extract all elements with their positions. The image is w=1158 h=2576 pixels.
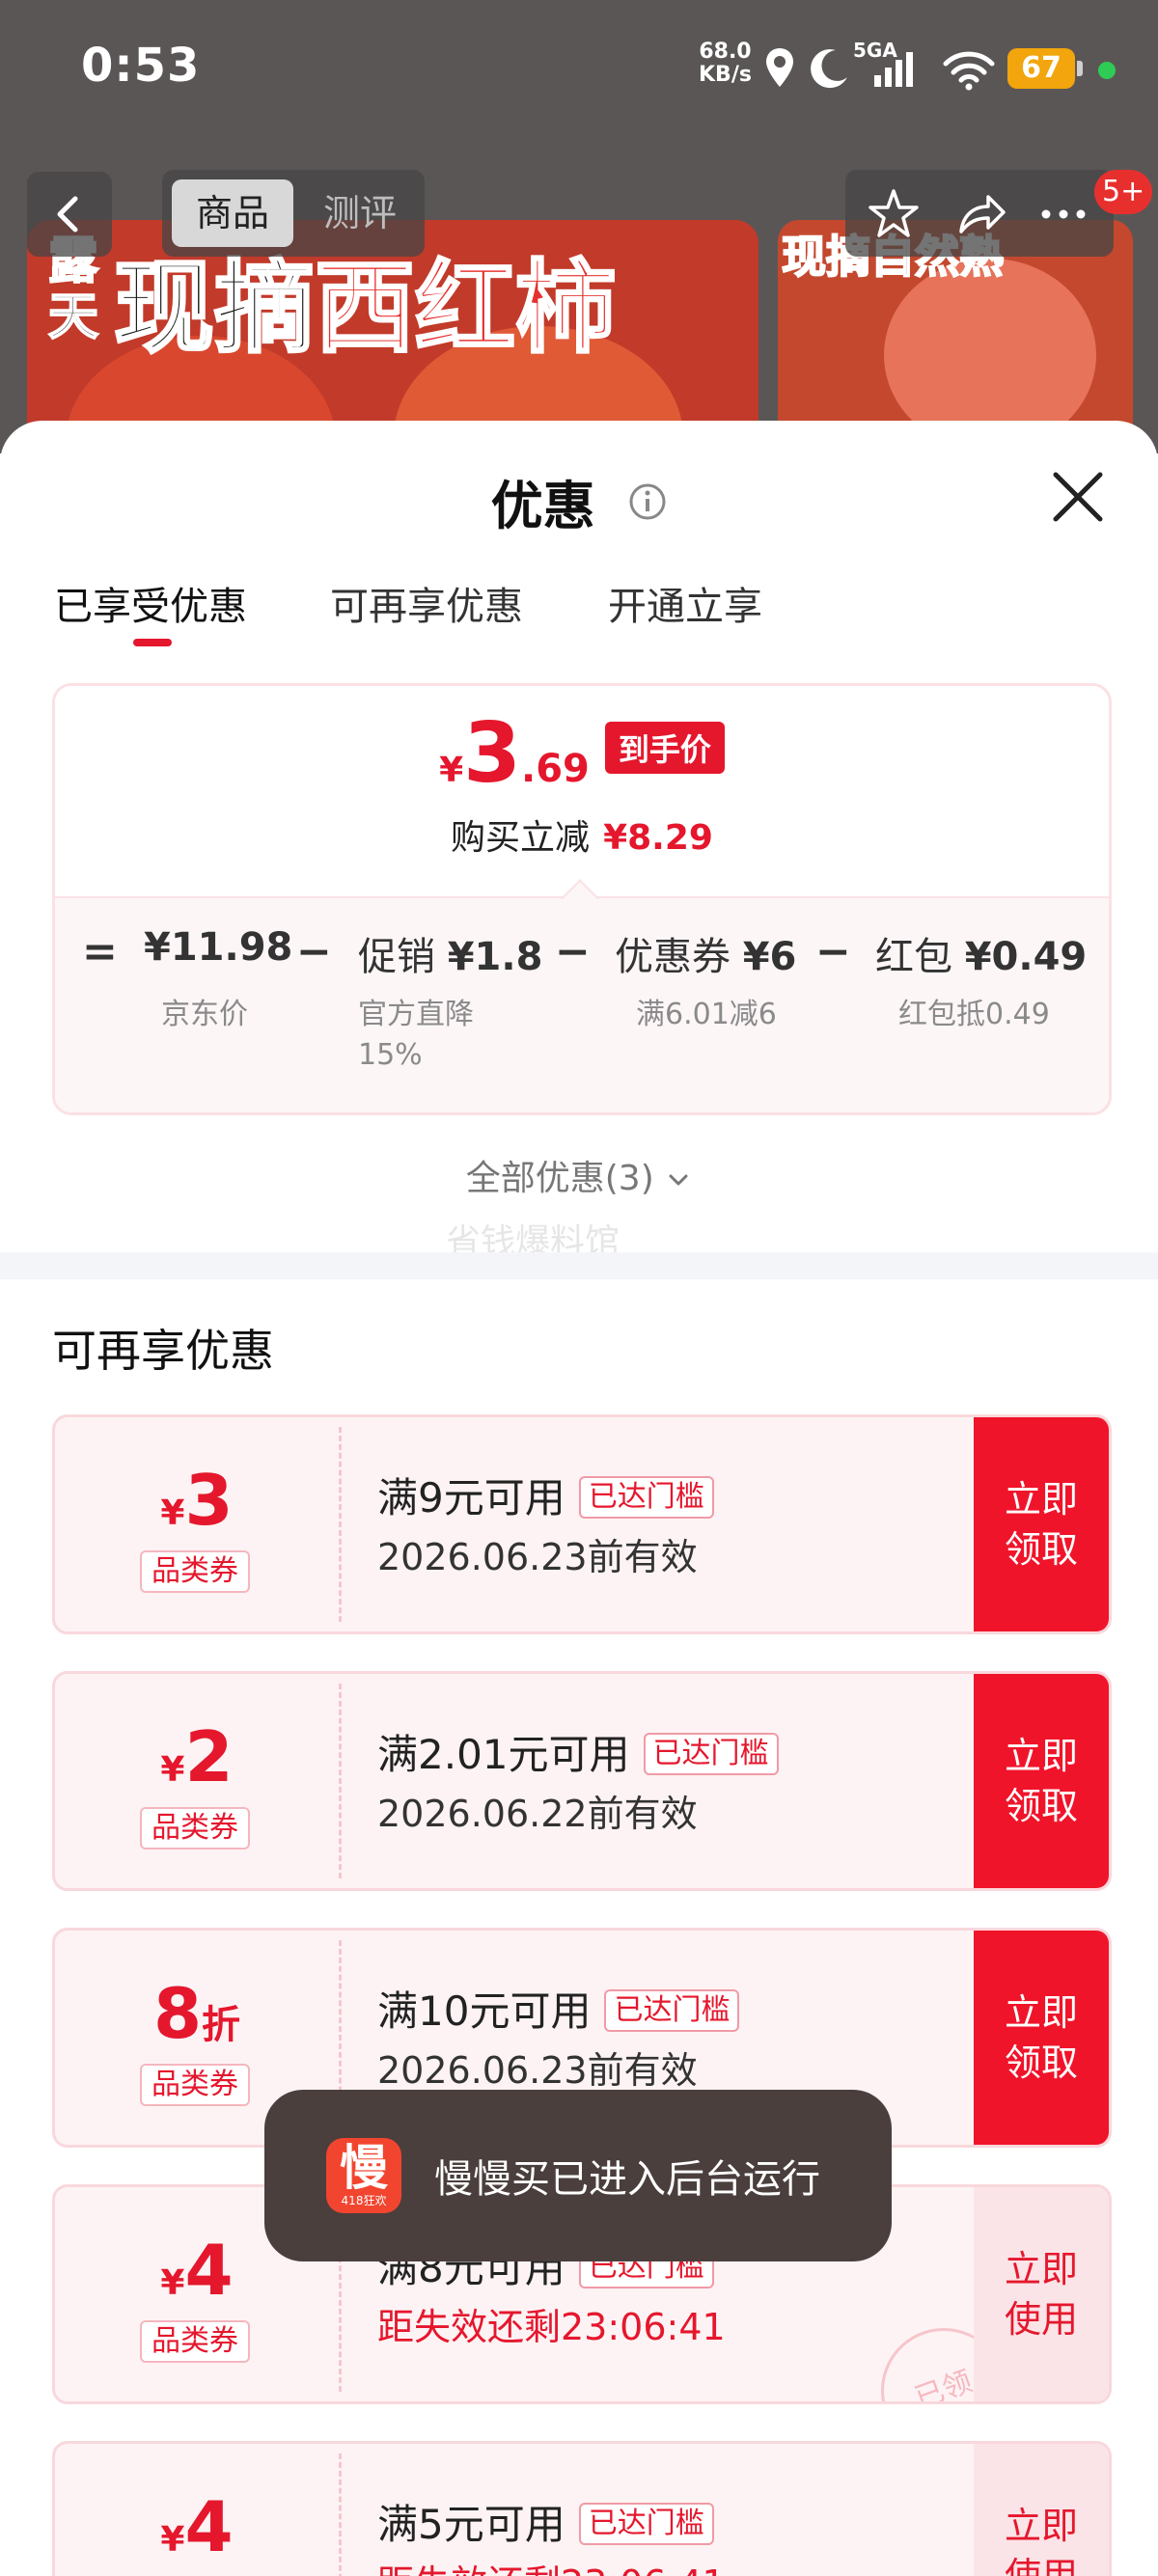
background-run-toast: 慢 418狂欢 慢慢买已进入后台运行 [264, 2090, 892, 2261]
location-icon [766, 48, 793, 87]
info-icon[interactable] [628, 482, 667, 521]
claim-coupon-button[interactable]: 立即 领取 [974, 1417, 1109, 1631]
threshold-reached-badge: 已达门槛 [643, 1733, 779, 1775]
use-coupon-button[interactable]: 立即 使用 [974, 2444, 1109, 2576]
all-offers-toggle[interactable]: 全部优惠(3) [0, 1150, 1158, 1200]
battery-indicator: 67 [1007, 48, 1083, 89]
claim-coupon-button[interactable]: 立即 领取 [974, 1674, 1109, 1888]
coupon-condition: 满10元可用 已达门槛 [377, 1979, 740, 2038]
coupon-condition: 满9元可用 已达门槛 [377, 1466, 714, 1524]
final-price-tag: 到手价 [604, 722, 725, 774]
promotion-value: 促销 ¥1.8 [358, 935, 543, 979]
threshold-reached-badge: 已达门槛 [604, 1989, 740, 2032]
message-badge: 5+ [1094, 170, 1153, 214]
claim-coupon-button[interactable]: 立即 领取 [974, 1931, 1109, 2145]
red-packet-value: 红包 ¥0.49 [875, 935, 1088, 979]
tab-more-offers[interactable]: 可再享优惠 [330, 575, 523, 631]
tab-review[interactable]: 测评 [307, 179, 413, 247]
red-packet-label: 红包抵0.49 [898, 998, 1050, 1031]
threshold-reached-badge: 已达门槛 [578, 2503, 714, 2545]
back-button[interactable] [27, 172, 112, 257]
coupon-label: 满6.01减6 [636, 998, 777, 1031]
signal-icon [874, 52, 913, 87]
price-formula: = ¥11.98 京东价 − 促销 ¥1.8 官方直降 15% − 优惠券 ¥6… [55, 879, 1109, 1112]
section-divider [0, 1252, 1158, 1279]
status-dot [1098, 62, 1116, 79]
coupon-condition: 满2.01元可用 已达门槛 [377, 1722, 779, 1781]
tab-enjoyed-offers[interactable]: 已享受优惠 [54, 575, 247, 631]
coupon-countdown: 距失效还剩23:06:41 [377, 2554, 726, 2576]
active-tab-indicator [133, 639, 172, 646]
final-price: ¥3.69 到手价 [55, 705, 1109, 802]
product-tabs: 商品 测评 [162, 170, 425, 257]
minus-sign: − [555, 927, 591, 976]
use-coupon-button[interactable]: 立即 使用 [974, 2187, 1109, 2401]
minus-sign: − [815, 927, 851, 976]
coupon-type-badge: 品类券 [140, 2320, 250, 2363]
tab-open-offers[interactable]: 开通立享 [608, 575, 762, 631]
coupon-card: ¥4 品类券 满5元可用已达门槛 距失效还剩23:06:41 立即 使用 [52, 2441, 1112, 2576]
offer-tabs: 已享受优惠 可再享优惠 开通立享 [54, 575, 1116, 652]
wifi-icon [943, 51, 995, 91]
product-page-background: 露天 现摘西红柿 现摘自然熟 商品 测评 5+ 0:53 68.0 KB/s 5G… [0, 0, 1158, 453]
coupon-condition: 满5元可用 已达门槛 [377, 2492, 714, 2551]
coupon-card: ¥3 品类券 满9元可用 已达门槛 2026.06.23前有效 立即 领取 [52, 1414, 1112, 1634]
tab-product[interactable]: 商品 [172, 179, 293, 247]
section-title: 可再享优惠 [52, 1325, 274, 1377]
status-time: 0:53 [81, 39, 201, 93]
star-icon[interactable] [865, 185, 923, 243]
close-icon[interactable] [1048, 467, 1108, 527]
coupon-amount: ¥2 [160, 1716, 234, 1797]
coupon-amount: ¥3 [160, 1460, 234, 1541]
jd-price-label: 京东价 [161, 998, 248, 1031]
minus-sign: − [296, 927, 332, 976]
more-icon[interactable] [1034, 185, 1092, 243]
header-actions [845, 170, 1114, 257]
coupon-amount: ¥4 [160, 2486, 234, 2567]
equals-sign: = [82, 927, 118, 976]
coupon-validity: 2026.06.23前有效 [377, 2049, 698, 2092]
moon-icon [811, 49, 847, 89]
chevron-down-icon [669, 1174, 688, 1186]
toast-message: 慢慢买已进入后台运行 [434, 2157, 820, 2202]
price-summary-card: ¥3.69 到手价 购买立减 ¥8.29 = ¥11.98 京东价 − 促销 ¥1.… [52, 683, 1112, 1115]
coupon-card: ¥2 品类券 满2.01元可用 已达门槛 2026.06.22前有效 立即 领取 [52, 1671, 1112, 1891]
chevron-left-icon [57, 196, 78, 233]
instant-discount: 购买立减 ¥8.29 [451, 818, 713, 858]
coupon-type-badge: 品类券 [140, 1807, 250, 1850]
coupon-type-badge: 品类券 [140, 1550, 250, 1593]
coupon-validity: 2026.06.23前有效 [377, 1536, 698, 1578]
promotion-label: 官方直降 15% [358, 998, 474, 1072]
coupon-type-badge: 品类券 [140, 2064, 250, 2106]
net-speed: 68.0 KB/s [699, 40, 752, 87]
threshold-reached-badge: 已达门槛 [578, 1476, 714, 1519]
coupon-countdown: 距失效还剩23:06:41 [377, 2306, 726, 2348]
jd-price: ¥11.98 [144, 925, 293, 970]
coupon-validity: 2026.06.22前有效 [377, 1793, 698, 1835]
app-icon: 慢 418狂欢 [326, 2138, 401, 2213]
sheet-title: 优惠 [0, 463, 1158, 539]
coupon-value: 优惠券 ¥6 [615, 935, 797, 979]
coupon-amount: 8折 [152, 1973, 241, 2054]
status-bar: 0:53 68.0 KB/s 5GA 67 [0, 0, 1158, 145]
share-icon[interactable] [951, 185, 1009, 243]
